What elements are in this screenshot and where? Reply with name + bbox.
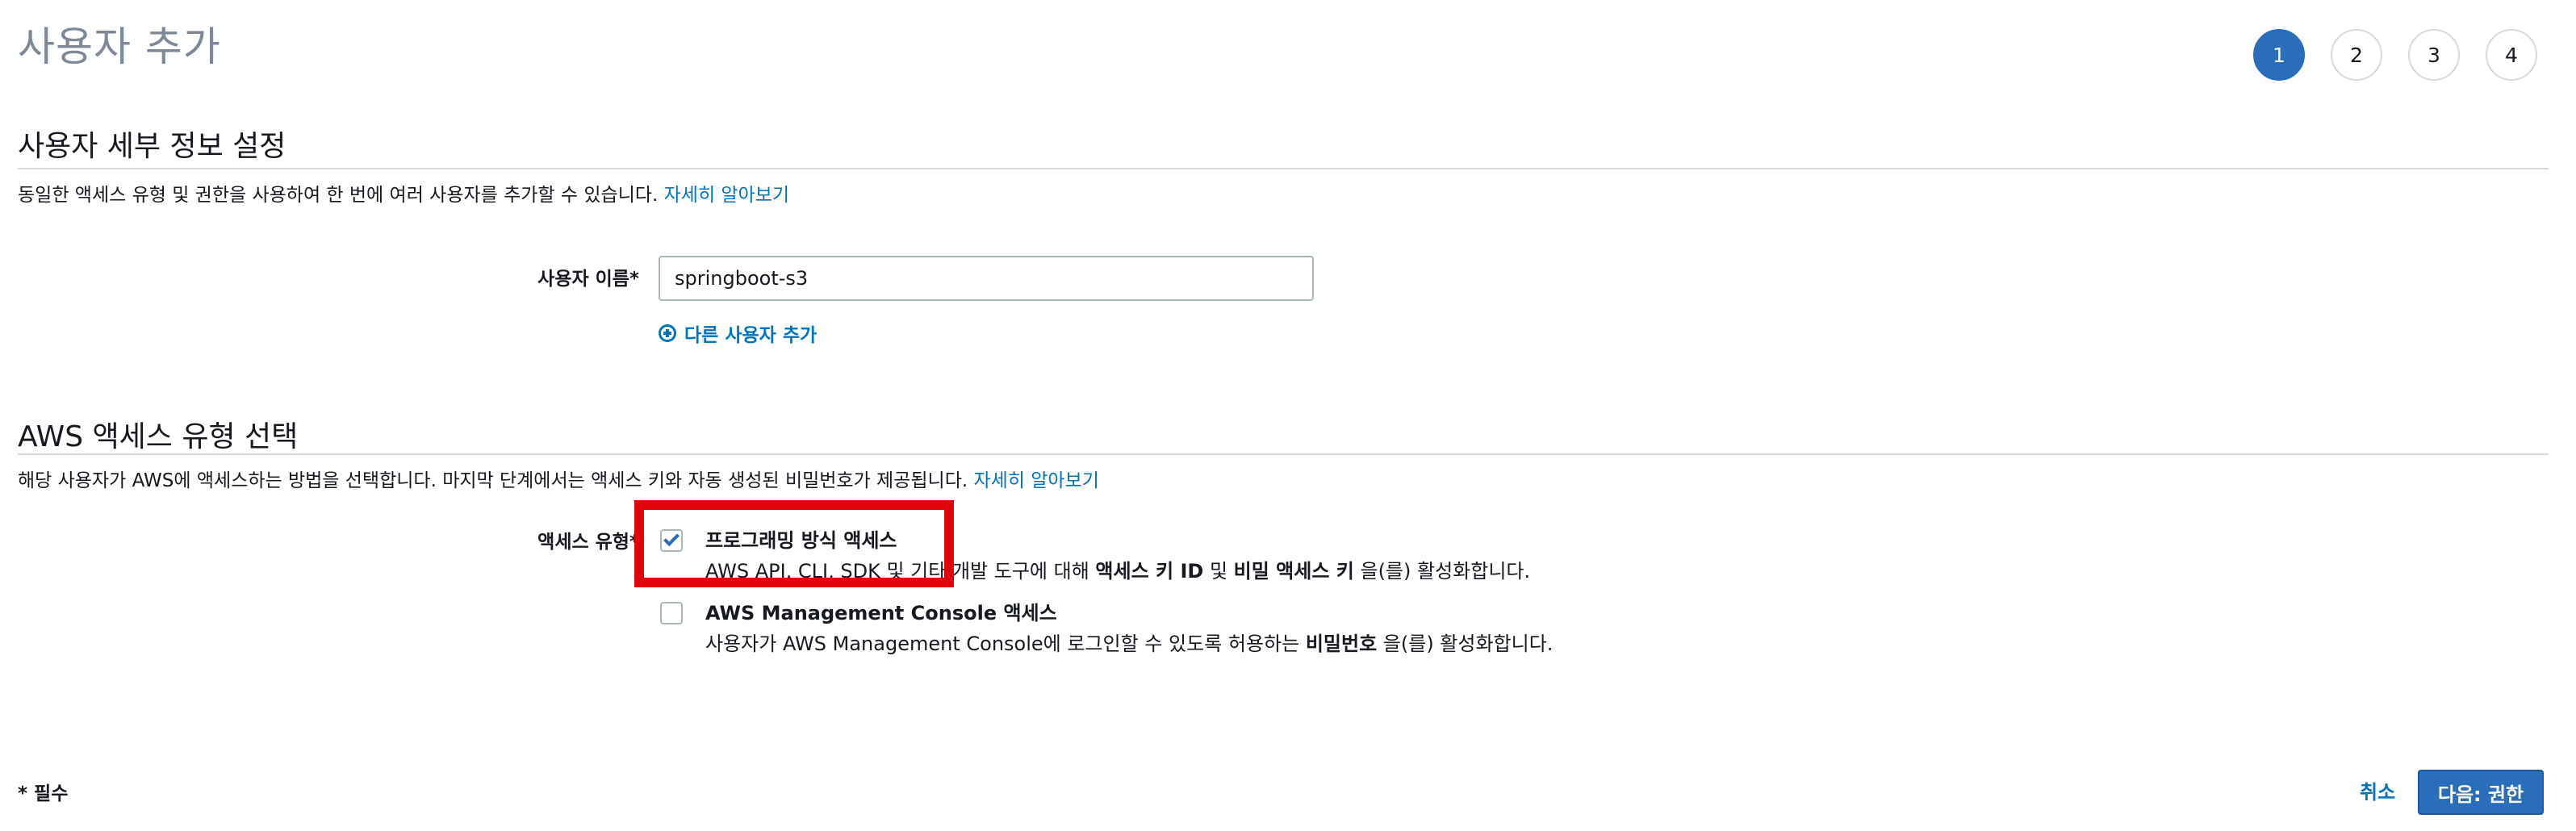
programmatic-desc-mid: 및 (1203, 560, 1234, 583)
checkmark-icon (663, 530, 680, 547)
required-note: * 필수 (18, 783, 69, 804)
console-access-title: AWS Management Console 액세스 (705, 602, 1057, 624)
username-label: 사용자 이름* (537, 269, 639, 290)
access-section-description: 해당 사용자가 AWS에 액세스하는 방법을 선택합니다. 마지막 단계에서는 … (18, 465, 1099, 492)
access-description-text: 해당 사용자가 AWS에 액세스하는 방법을 선택합니다. 마지막 단계에서는 … (18, 470, 968, 491)
username-input[interactable] (659, 256, 1314, 301)
step-4[interactable]: 4 (2486, 29, 2537, 81)
add-another-user-label: 다른 사용자 추가 (684, 325, 818, 346)
console-desc-suffix: 을(를) 활성화합니다. (1377, 633, 1554, 655)
page-title: 사용자 추가 (18, 23, 221, 70)
password-text: 비밀번호 (1305, 633, 1378, 655)
programmatic-access-description: AWS API, CLI, SDK 및 기타 개발 도구에 대해 액세스 키 I… (705, 555, 1530, 583)
access-learn-more-link[interactable]: 자세히 알아보기 (973, 470, 1098, 491)
programmatic-desc-suffix: 을(를) 활성화합니다. (1353, 560, 1531, 583)
add-another-user-button[interactable]: 다른 사용자 추가 (659, 319, 817, 347)
details-description-text: 동일한 액세스 유형 및 권한을 사용하여 한 번에 여러 사용자를 추가할 수… (18, 185, 659, 206)
access-type-label: 액세스 유형* (537, 532, 639, 553)
access-section-divider (18, 453, 2549, 455)
details-learn-more-link[interactable]: 자세히 알아보기 (664, 185, 789, 206)
cancel-button[interactable]: 취소 (2360, 776, 2395, 804)
programmatic-access-title: 프로그래밍 방식 액세스 (705, 529, 897, 552)
console-access-description: 사용자가 AWS Management Console에 로그인할 수 있도록 … (705, 628, 1553, 656)
step-1[interactable]: 1 (2253, 29, 2305, 81)
console-desc-prefix: 사용자가 AWS Management Console에 로그인할 수 있도록 … (705, 633, 1306, 655)
access-section-title: AWS 액세스 유형 선택 (18, 420, 299, 453)
step-2[interactable]: 2 (2331, 29, 2382, 81)
console-access-checkbox[interactable] (660, 602, 683, 624)
secret-access-key-text: 비밀 액세스 키 (1233, 560, 1354, 583)
step-3[interactable]: 3 (2408, 29, 2460, 81)
add-user-page: 사용자 추가 1 2 3 4 사용자 세부 정보 설정 동일한 액세스 유형 및… (0, 0, 2576, 831)
next-permissions-button[interactable]: 다음: 권한 (2418, 770, 2544, 815)
details-section-description: 동일한 액세스 유형 및 권한을 사용하여 한 번에 여러 사용자를 추가할 수… (18, 179, 789, 207)
details-section-divider (18, 168, 2549, 169)
programmatic-desc-prefix: AWS API, CLI, SDK 및 기타 개발 도구에 대해 (705, 560, 1096, 583)
plus-circle-icon (659, 324, 676, 342)
access-key-id-text: 액세스 키 ID (1095, 560, 1204, 583)
programmatic-access-checkbox[interactable] (660, 529, 683, 552)
details-section-title: 사용자 세부 정보 설정 (18, 130, 286, 163)
